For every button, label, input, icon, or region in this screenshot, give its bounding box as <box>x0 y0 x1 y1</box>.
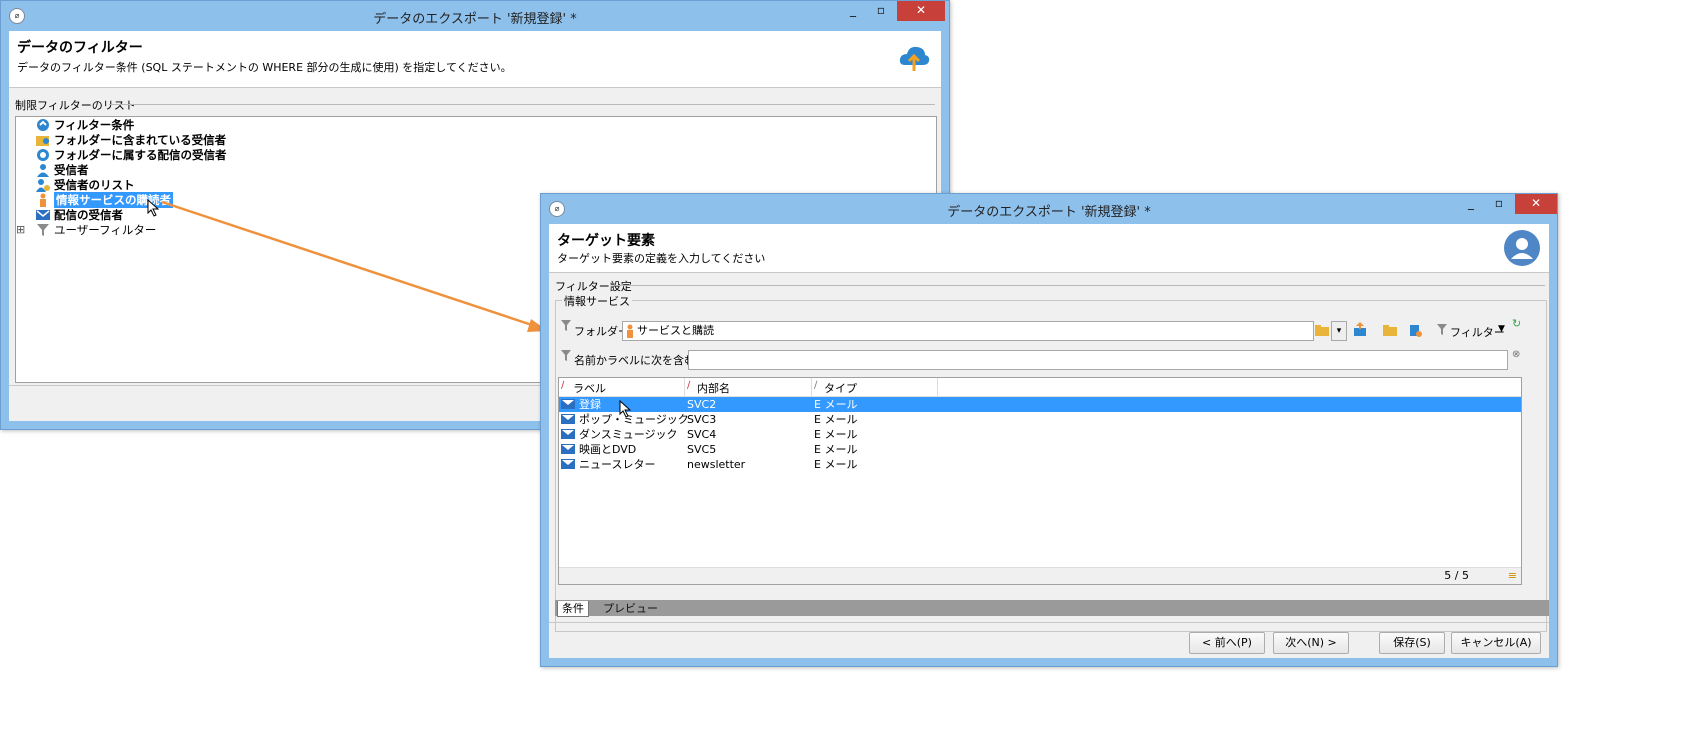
subscriber-icon <box>625 324 635 344</box>
grid-header: ラベル 内部名 タイプ ∕ ∕ ∕ <box>559 378 1521 397</box>
maximize-button[interactable]: ▫ <box>1485 194 1513 214</box>
minimize-button[interactable]: _ <box>1457 194 1485 214</box>
tab-bar: 条件 プレビュー <box>555 600 1549 617</box>
save-button[interactable]: 保存(S) <box>1379 632 1445 654</box>
clear-search-icon[interactable]: ⊗ <box>1512 349 1520 360</box>
mail-icon <box>561 414 575 424</box>
open-folder-icon[interactable] <box>1382 322 1398 341</box>
filter-settings-label: フィルター設定 <box>555 280 632 293</box>
table-row[interactable]: ニュースレター newsletter E メール <box>559 457 1521 472</box>
mail-icon <box>561 444 575 454</box>
filter-menu-arrow-icon[interactable]: ▼ <box>1498 324 1505 334</box>
cancel-button[interactable]: キャンセル(A) <box>1451 632 1541 654</box>
table-row[interactable]: 映画とDVD SVC5 E メール <box>559 442 1521 457</box>
grid-menu-icon[interactable]: ≡ <box>1508 569 1517 582</box>
grid-footer: 5 / 5 ≡ <box>559 567 1521 584</box>
table-row[interactable]: ダンスミュージック SVC4 E メール <box>559 427 1521 442</box>
tab-conditions[interactable]: 条件 <box>557 601 589 617</box>
folder-open-icon[interactable] <box>1314 322 1330 341</box>
footer-divider <box>549 622 1549 623</box>
search-funnel-icon <box>560 349 572 366</box>
front-window-title: データのエクスポート '新規登録' * <box>947 205 1151 220</box>
mouse-cursor-icon <box>619 399 633 418</box>
page-title: ターゲット要素 <box>557 233 655 249</box>
front-client-area: ターゲット要素 ターゲット要素の定義を入力してください フィルター設定 情報サー… <box>549 224 1549 658</box>
section-divider <box>619 285 1545 286</box>
mail-icon <box>561 429 575 439</box>
record-count: 5 / 5 <box>1444 569 1469 582</box>
table-row[interactable]: 登録 SVC2 E メール <box>559 397 1521 412</box>
tab-preview[interactable]: プレビュー <box>599 601 662 616</box>
table-row[interactable]: ポップ・ミュージック SVC3 E メール <box>559 412 1521 427</box>
mail-icon <box>561 459 575 469</box>
info-service-group: 情報サービス フォルダー: サービスと購読 ▾ フィルター ▼ ↻ 名前かラベル… <box>555 293 1547 632</box>
next-button[interactable]: 次へ(N) > <box>1273 632 1349 654</box>
folder-value: サービスと購読 <box>637 324 714 337</box>
column-divider <box>684 378 685 396</box>
column-divider <box>811 378 812 396</box>
sort-marker-icon: ∕ <box>561 380 565 391</box>
front-title-bar[interactable]: ⌀ データのエクスポート '新規登録' * _ ▫ ✕ <box>541 194 1557 224</box>
search-input[interactable] <box>688 350 1508 370</box>
avatar-icon <box>1503 229 1541 267</box>
search-label: 名前かラベルに次を含む: <box>574 354 699 367</box>
mail-icon <box>561 399 575 409</box>
folder-field[interactable]: サービスと購読 <box>622 321 1314 341</box>
front-header: ターゲット要素 ターゲット要素の定義を入力してください <box>549 224 1549 273</box>
service-grid[interactable]: ラベル 内部名 タイプ ∕ ∕ ∕ 登録 SVC2 E メール ポップ・ミュージ… <box>558 377 1522 585</box>
column-header-label[interactable]: ラベル <box>573 380 606 396</box>
filter-menu-button[interactable]: フィルター <box>1450 324 1505 340</box>
folder-dropdown-button[interactable]: ▾ <box>1331 321 1347 341</box>
column-divider <box>937 378 938 396</box>
filter-menu-funnel-icon <box>1436 323 1448 340</box>
page-subtitle: ターゲット要素の定義を入力してください <box>557 252 766 265</box>
column-header-type[interactable]: タイプ <box>824 380 857 396</box>
edit-link-icon[interactable] <box>1408 322 1424 341</box>
front-window: ⌀ データのエクスポート '新規登録' * _ ▫ ✕ ターゲット要素 ターゲッ… <box>540 193 1558 667</box>
sort-marker-icon: ∕ <box>687 380 691 391</box>
sort-marker-icon: ∕ <box>814 380 818 391</box>
column-header-internal-name[interactable]: 内部名 <box>697 380 730 396</box>
export-folder-icon[interactable] <box>1352 322 1368 341</box>
info-service-label: 情報サービス <box>562 293 632 309</box>
close-button[interactable]: ✕ <box>1515 194 1557 214</box>
prev-button[interactable]: < 前へ(P) <box>1189 632 1265 654</box>
refresh-icon[interactable]: ↻ <box>1512 317 1521 330</box>
folder-funnel-icon <box>560 319 572 336</box>
